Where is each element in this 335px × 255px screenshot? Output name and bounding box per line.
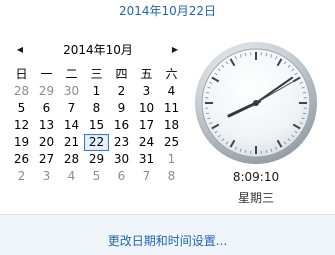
clock-center bbox=[253, 100, 259, 106]
analog-clock bbox=[194, 41, 318, 165]
calendar-week-row: 567891011 bbox=[9, 100, 184, 117]
calendar-day[interactable]: 12 bbox=[9, 117, 34, 134]
calendar-day[interactable]: 18 bbox=[159, 117, 184, 134]
calendar-day[interactable]: 8 bbox=[84, 100, 109, 117]
calendar-day[interactable]: 29 bbox=[34, 83, 59, 100]
calendar-day[interactable]: 13 bbox=[34, 117, 59, 134]
calendar-day[interactable]: 20 bbox=[34, 134, 59, 151]
digital-time: 8:09:10 bbox=[194, 169, 318, 185]
calendar-day[interactable]: 8 bbox=[159, 168, 184, 185]
calendar-day[interactable]: 25 bbox=[159, 134, 184, 151]
calendar-day[interactable]: 19 bbox=[9, 134, 34, 151]
calendar-grid: 日 一 二 三 四 五 六 28293012345678910111213141… bbox=[9, 66, 184, 185]
calendar-day[interactable]: 7 bbox=[134, 168, 159, 185]
weekday-label: 四 bbox=[109, 66, 134, 83]
calendar-day[interactable]: 11 bbox=[159, 100, 184, 117]
change-date-time-settings-link[interactable]: 更改日期和时间设置... bbox=[0, 233, 335, 249]
calendar-day[interactable]: 16 bbox=[109, 117, 134, 134]
calendar-week-row: 12131415161718 bbox=[9, 117, 184, 134]
calendar-day[interactable]: 14 bbox=[59, 117, 84, 134]
weekday-label: 日 bbox=[9, 66, 34, 83]
calendar-day[interactable]: 27 bbox=[34, 151, 59, 168]
calendar-day[interactable]: 5 bbox=[84, 168, 109, 185]
calendar-day[interactable]: 28 bbox=[59, 151, 84, 168]
calendar-day[interactable]: 9 bbox=[109, 100, 134, 117]
calendar-week-row: 19202122232425 bbox=[9, 134, 184, 151]
calendar-day[interactable]: 23 bbox=[109, 134, 134, 151]
current-date-link[interactable]: 2014年10月22日 bbox=[0, 3, 335, 19]
calendar-day[interactable]: 3 bbox=[134, 83, 159, 100]
calendar-day[interactable]: 1 bbox=[159, 151, 184, 168]
weekday-label: 一 bbox=[34, 66, 59, 83]
calendar-day[interactable]: 28 bbox=[9, 83, 34, 100]
calendar-day[interactable]: 21 bbox=[59, 134, 84, 151]
calendar-day[interactable]: 6 bbox=[109, 168, 134, 185]
calendar-day[interactable]: 5 bbox=[9, 100, 34, 117]
calendar-day[interactable]: 15 bbox=[84, 117, 109, 134]
calendar-day[interactable]: 1 bbox=[84, 83, 109, 100]
weekday-header-row: 日 一 二 三 四 五 六 bbox=[9, 66, 184, 83]
previous-month-icon[interactable]: ◀ bbox=[14, 42, 26, 58]
calendar-week-row: 2829301234 bbox=[9, 83, 184, 100]
weekday-label: 六 bbox=[159, 66, 184, 83]
calendar-header: ◀ 2014年10月 ▶ bbox=[14, 42, 184, 58]
weekday-label: 二 bbox=[59, 66, 84, 83]
calendar-day[interactable]: 4 bbox=[59, 168, 84, 185]
calendar-week-row: 2345678 bbox=[9, 168, 184, 185]
calendar-day-selected[interactable]: 22 bbox=[84, 134, 109, 151]
month-title[interactable]: 2014年10月 bbox=[34, 42, 162, 58]
calendar-weeks: 2829301234567891011121314151617181920212… bbox=[9, 83, 184, 185]
calendar-day[interactable]: 26 bbox=[9, 151, 34, 168]
weekday-label: 星期三 bbox=[194, 190, 318, 206]
calendar-day[interactable]: 30 bbox=[109, 151, 134, 168]
calendar-day[interactable]: 30 bbox=[59, 83, 84, 100]
calendar-day[interactable]: 17 bbox=[134, 117, 159, 134]
calendar-day[interactable]: 24 bbox=[134, 134, 159, 151]
calendar-day[interactable]: 31 bbox=[134, 151, 159, 168]
next-month-icon[interactable]: ▶ bbox=[169, 42, 181, 58]
calendar-week-row: 2627282930311 bbox=[9, 151, 184, 168]
calendar-day[interactable]: 2 bbox=[109, 83, 134, 100]
weekday-label: 五 bbox=[134, 66, 159, 83]
calendar-day[interactable]: 6 bbox=[34, 100, 59, 117]
calendar-day[interactable]: 2 bbox=[9, 168, 34, 185]
clock-face bbox=[194, 41, 318, 165]
calendar-day[interactable]: 4 bbox=[159, 83, 184, 100]
calendar-day[interactable]: 10 bbox=[134, 100, 159, 117]
weekday-label: 三 bbox=[84, 66, 109, 83]
calendar-day[interactable]: 7 bbox=[59, 100, 84, 117]
calendar-day[interactable]: 3 bbox=[34, 168, 59, 185]
calendar-day[interactable]: 29 bbox=[84, 151, 109, 168]
footer-bar: 更改日期和时间设置... bbox=[0, 214, 335, 255]
